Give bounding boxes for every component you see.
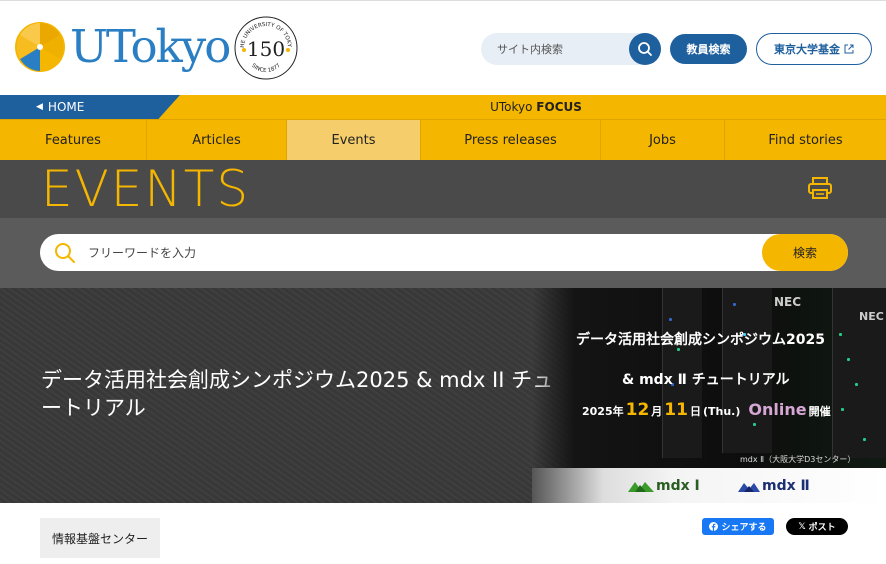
- logo-wordmark: UTokyo: [70, 20, 231, 73]
- search-icon: [638, 42, 652, 56]
- mdx1-text: mdx Ⅰ: [656, 478, 700, 494]
- facebook-share-button[interactable]: シェアする: [702, 518, 774, 535]
- organizer-tag[interactable]: 情報基盤センター: [40, 518, 160, 558]
- nav-item-events[interactable]: Events: [287, 120, 421, 160]
- utokyo-logo[interactable]: UTokyo: [14, 20, 231, 73]
- nav-item-features[interactable]: Features: [0, 120, 147, 160]
- vendor-label: NEC: [774, 295, 802, 309]
- banner-month-unit: 月: [651, 405, 663, 418]
- nav-item-find-stories[interactable]: Find stories: [725, 120, 886, 160]
- banner-online: Online: [748, 400, 807, 419]
- external-link-icon: [844, 44, 854, 54]
- ginkgo-leaf-icon: [15, 22, 65, 72]
- focus-title-bold: FOCUS: [536, 100, 582, 114]
- seal-number: 150: [247, 37, 285, 61]
- mdx1-mark-icon: [628, 482, 654, 492]
- main-nav: Features Articles Events Press releases …: [0, 119, 886, 160]
- page-title: EVENTS: [41, 160, 251, 218]
- home-link[interactable]: ◀ HOME: [0, 95, 180, 119]
- banner-date: 2025年 12 月 11 日 (Thu.) Online 開催: [582, 400, 831, 420]
- fund-label: 東京大学基金: [774, 43, 840, 56]
- site-header: UTokyo THE UNIVERSITY OF TOKYO 150 SINCE…: [0, 0, 886, 95]
- site-search-button[interactable]: [629, 33, 661, 65]
- x-logo-icon: 𝕏: [798, 521, 806, 532]
- banner-title-line2: & mdx Ⅱ チュートリアル: [622, 372, 790, 388]
- nav-item-jobs[interactable]: Jobs: [601, 120, 725, 160]
- banner-online-suffix: 開催: [808, 405, 831, 418]
- event-hero[interactable]: データ活用社会創成シンポジウム2025 & mdx II チュートリアル NEC…: [0, 288, 886, 503]
- event-search-button[interactable]: 検索: [762, 234, 848, 271]
- nav-item-press-releases[interactable]: Press releases: [421, 120, 601, 160]
- site-search: [481, 33, 661, 65]
- nav-item-articles[interactable]: Articles: [147, 120, 287, 160]
- 150th-anniversary-seal: THE UNIVERSITY OF TOKYO 150 SINCE 1877: [234, 16, 298, 80]
- banner-day: 11: [664, 400, 688, 420]
- event-title: データ活用社会創成シンポジウム2025 & mdx II チュートリアル: [41, 368, 554, 420]
- event-search-input[interactable]: [88, 245, 688, 260]
- home-label: HOME: [47, 100, 85, 114]
- banner-weekday: (Thu.): [702, 405, 741, 418]
- mdx1-logo: mdx Ⅰ: [628, 478, 700, 494]
- x-post-button[interactable]: 𝕏 ポスト: [786, 518, 848, 535]
- banner-caption: mdx Ⅱ（大阪大学D3センター）: [740, 455, 856, 464]
- banner-title-line1: データ活用社会創成シンポジウム2025: [576, 332, 825, 348]
- facebook-share-label: シェアする: [721, 523, 767, 533]
- banner-month: 12: [625, 400, 650, 420]
- focus-bar: UTokyo FOCUS ◀ HOME: [0, 95, 886, 119]
- site-search-input[interactable]: [497, 42, 617, 56]
- mdx2-text: mdx Ⅱ: [762, 478, 810, 494]
- mdx2-logo: mdx Ⅱ: [738, 478, 810, 494]
- facebook-icon: [709, 522, 719, 531]
- print-icon[interactable]: [808, 177, 832, 199]
- faculty-search-button[interactable]: 教員検索: [670, 34, 747, 64]
- chevron-left-icon: ◀: [36, 102, 43, 112]
- event-search: 検索: [40, 234, 848, 271]
- events-header: EVENTS: [0, 160, 886, 218]
- vendor-label: NEC: [859, 310, 884, 323]
- focus-title-prefix: UTokyo: [490, 100, 537, 114]
- mdx2-mark-icon: [738, 483, 760, 492]
- banner-day-unit: 日: [689, 405, 701, 418]
- search-icon: [55, 242, 75, 263]
- x-post-label: ポスト: [808, 523, 836, 533]
- banner-year: 2025年: [582, 405, 624, 418]
- event-banner-image: NEC NEC データ活用社会創成シンポジウム2025 & mdx Ⅱ チュート…: [532, 288, 886, 503]
- fund-link-button[interactable]: 東京大学基金: [756, 33, 872, 65]
